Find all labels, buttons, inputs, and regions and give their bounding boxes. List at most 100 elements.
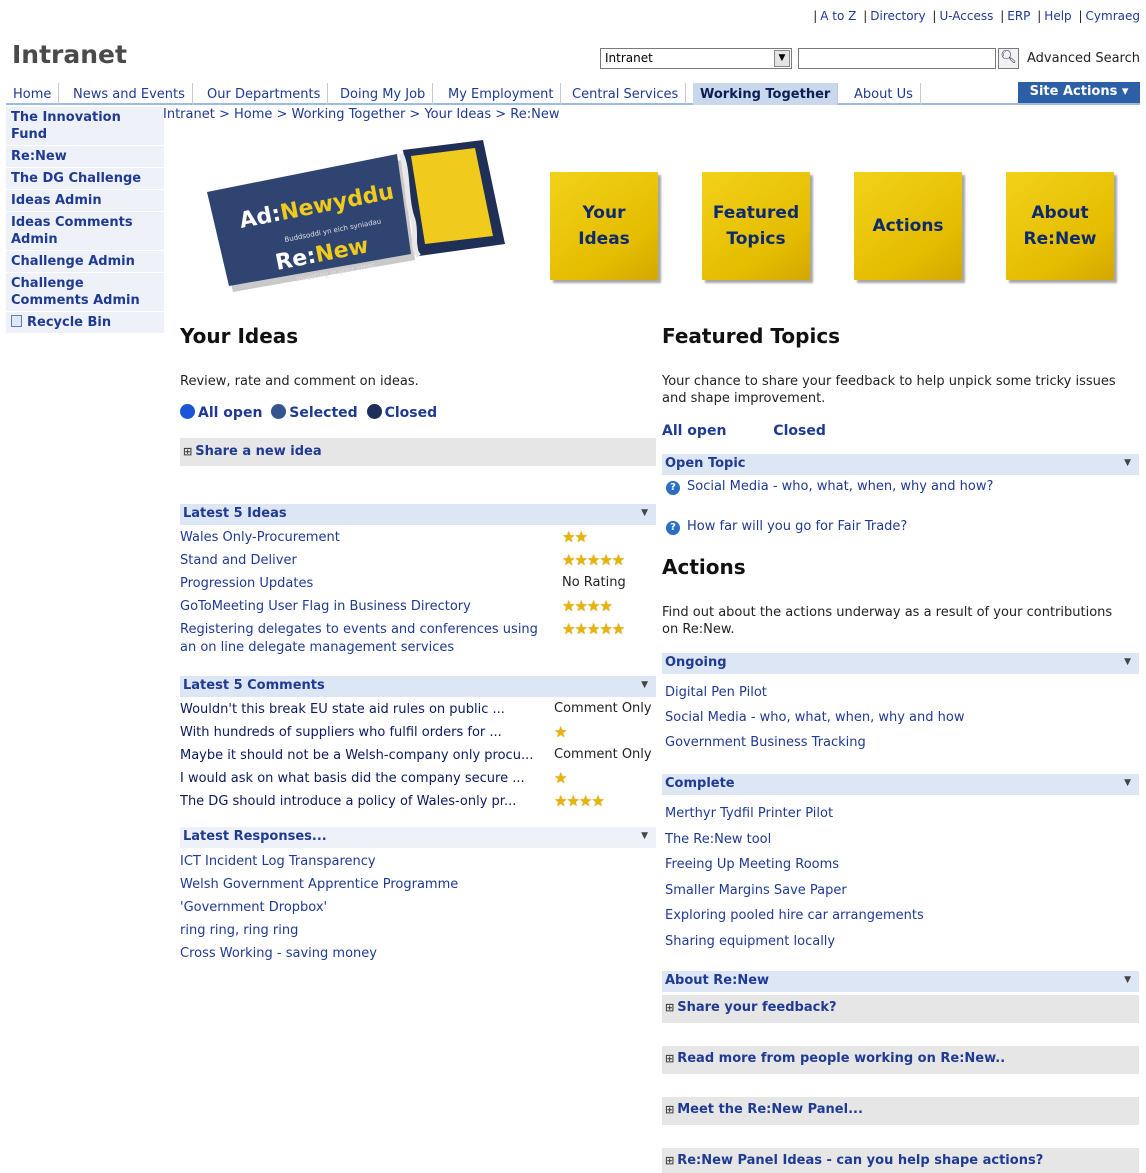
action-link[interactable]: Social Media - who, what, when, why and … [665,710,964,725]
action-link[interactable]: Sharing equipment locally [665,934,835,949]
action-link[interactable]: Exploring pooled hire car arrangements [665,908,924,923]
link-erp[interactable]: ERP [1007,9,1030,23]
idea-link[interactable]: Registering delegates to events and conf… [180,621,550,657]
star-rating: ★★★★ [562,597,613,615]
response-link[interactable]: Cross Working - saving money [180,946,377,961]
tile-actions[interactable]: Actions [854,172,962,280]
comment-link[interactable]: Maybe it should not be a Welsh-company o… [180,748,533,763]
ql-recycle-bin[interactable]: Recycle Bin [6,312,164,334]
search-icon[interactable]: 🔍︎ [998,48,1019,69]
tile-label: Actions [872,216,944,236]
latest-comments-header[interactable]: Latest 5 Comments ▼ [180,676,656,697]
link-help[interactable]: Help [1044,9,1071,23]
latest-responses-header[interactable]: Latest Responses... ▼ [180,827,656,848]
topic-link[interactable]: Social Media - who, what, when, why and … [687,479,993,494]
filter-selected[interactable]: Selected [271,404,358,421]
complete-list: Merthyr Tydfil Printer Pilot The Re:New … [665,805,924,958]
comment-link[interactable]: Wouldn't this break EU state aid rules o… [180,702,505,717]
ql-challenge-admin[interactable]: Challenge Admin [6,251,164,273]
tile-your-ideas[interactable]: Your Ideas [550,172,658,280]
idea-link[interactable]: Stand and Deliver [180,553,297,568]
response-link[interactable]: 'Government Dropbox' [180,900,327,915]
site-title[interactable]: Intranet [12,40,127,69]
list-item: Stand and Deliver ★★★★★ [180,551,656,575]
chevron-down-icon[interactable]: ▼ [641,831,648,841]
read-more-panel[interactable]: ⊞ Read more from people working on Re:New… [662,1046,1139,1074]
action-link[interactable]: Government Business Tracking [665,735,866,750]
share-feedback-panel[interactable]: ⊞ Share your feedback? [662,995,1139,1023]
complete-header[interactable]: Complete ▼ [662,774,1139,795]
expand-icon: ⊞ [665,1154,675,1167]
chevron-down-icon[interactable]: ▼ [1124,778,1131,788]
chevron-down-icon[interactable]: ▼ [774,50,790,67]
ql-innovation-fund[interactable]: The Innovation Fund [6,107,164,146]
comment-link[interactable]: With hundreds of suppliers who fulfil or… [180,725,502,740]
ql-challenge-comments-admin[interactable]: Challenge Comments Admin [6,273,164,312]
chevron-down-icon[interactable]: ▼ [641,680,648,690]
expand-icon: ⊞ [665,1103,675,1116]
action-link[interactable]: Freeing Up Meeting Rooms [665,857,839,872]
meet-panel[interactable]: ⊞ Meet the Re:New Panel... [662,1097,1139,1125]
panel-ideas[interactable]: ⊞ Re:New Panel Ideas - can you help shape… [662,1148,1139,1173]
tab-home[interactable]: Home [6,83,60,105]
link-u-access[interactable]: U-Access [939,9,993,23]
actions-desc: Find out about the actions underway as a… [662,605,1113,637]
tab-news-and-events[interactable]: News and Events [66,83,193,105]
tab-working-together[interactable]: Working Together [693,83,839,105]
breadcrumb[interactable]: Intranet > Home > Working Together > You… [163,107,560,122]
about-renew-header[interactable]: About Re:New ▼ [662,971,1139,992]
tab-about-us[interactable]: About Us [847,83,921,105]
open-topic-header[interactable]: Open Topic ▼ [662,454,1139,475]
link-directory[interactable]: Directory [870,9,925,23]
action-link[interactable]: Digital Pen Pilot [665,685,767,700]
ql-ideas-admin[interactable]: Ideas Admin [6,190,164,212]
star-rating: ★★★★★ [562,551,625,569]
ql-dg-challenge[interactable]: The DG Challenge [6,168,164,190]
help-icon: ? [666,481,680,495]
idea-link[interactable]: Progression Updates [180,576,313,591]
chevron-down-icon[interactable]: ▼ [1124,975,1131,985]
response-link[interactable]: ring ring, ring ring [180,923,298,938]
tab-central-services[interactable]: Central Services [565,83,687,105]
search-scope-select[interactable]: Intranet ▼ [600,48,792,69]
tab-my-employment[interactable]: My Employment [441,83,562,105]
latest-ideas-list: Wales Only-Procurement ★★ Stand and Deli… [180,528,656,661]
renew-logo: Ad:Newyddu Buddsoddi yn eich syniadau Re… [207,140,505,292]
action-link[interactable]: The Re:New tool [665,832,771,847]
latest-ideas-header[interactable]: Latest 5 Ideas ▼ [180,504,656,525]
tab-our-departments[interactable]: Our Departments [200,83,329,105]
comment-link[interactable]: The DG should introduce a policy of Wale… [180,794,516,809]
chevron-down-icon[interactable]: ▼ [1124,657,1131,667]
filter-closed[interactable]: Closed [773,423,826,439]
response-link[interactable]: Welsh Government Apprentice Programme [180,877,458,892]
featured-topics-heading: Featured Topics [662,324,841,348]
share-new-idea[interactable]: ⊞ Share a new idea [180,438,656,466]
tab-doing-my-job[interactable]: Doing My Job [333,83,434,105]
response-link[interactable]: ICT Incident Log Transparency [180,854,376,869]
topic-link[interactable]: How far will you go for Fair Trade? [687,519,907,534]
ql-ideas-comments-admin[interactable]: Ideas Comments Admin [6,212,164,251]
link-cymraeg[interactable]: Cymraeg [1086,9,1140,23]
idea-link[interactable]: GoToMeeting User Flag in Business Direct… [180,599,471,614]
advanced-search-link[interactable]: Advanced Search [1027,51,1140,66]
list-item: I would ask on what basis did the compan… [180,769,656,793]
comment-link[interactable]: I would ask on what basis did the compan… [180,771,525,786]
action-link[interactable]: Merthyr Tydfil Printer Pilot [665,806,833,821]
site-actions-menu[interactable]: Site Actions ▾ [1018,82,1140,103]
idea-link[interactable]: Wales Only-Procurement [180,530,340,545]
chevron-down-icon[interactable]: ▼ [641,508,648,518]
filter-closed[interactable]: Closed [366,404,437,421]
action-link[interactable]: Smaller Margins Save Paper [665,883,847,898]
rating-text: Comment Only [554,747,652,762]
search-input[interactable] [798,48,996,69]
circle-icon [366,404,382,419]
link-a-to-z[interactable]: A to Z [820,9,856,23]
filter-all-open[interactable]: All open [180,404,262,421]
ql-renew[interactable]: Re:New [6,146,164,168]
filter-all-open[interactable]: All open [662,423,726,439]
tile-about-renew[interactable]: About Re:New [1006,172,1114,280]
chevron-down-icon[interactable]: ▼ [1124,458,1131,468]
tile-featured-topics[interactable]: Featured Topics [702,172,810,280]
ongoing-header[interactable]: Ongoing ▼ [662,653,1139,674]
recycle-bin-label: Recycle Bin [27,315,112,330]
